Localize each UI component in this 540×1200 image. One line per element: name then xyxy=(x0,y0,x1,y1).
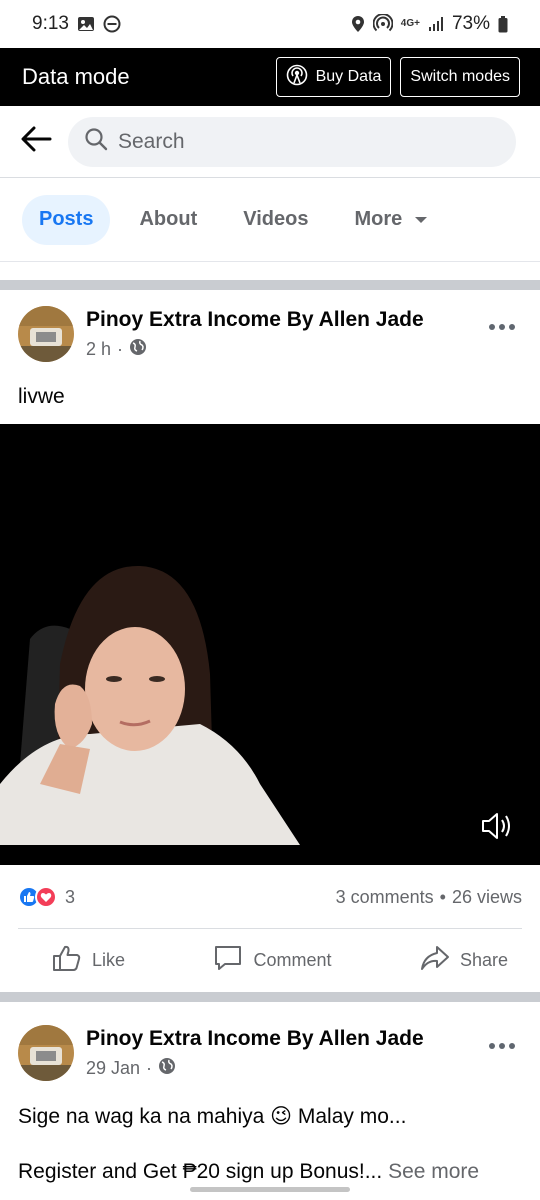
tab-posts-label: Posts xyxy=(39,208,94,230)
post-text-line2: Register and Get ₱20 sign up Bonus!... xyxy=(18,1160,383,1183)
post-text-continued: Register and Get ₱20 sign up Bonus!... S… xyxy=(18,1160,479,1184)
post-divider xyxy=(0,992,540,1002)
post-header: Pinoy Extra Income By Allen Jade 29 Jan … xyxy=(0,1025,540,1097)
stats-separator: • xyxy=(439,886,446,907)
post-author[interactable]: Pinoy Extra Income By Allen Jade xyxy=(86,308,482,332)
post-video[interactable] xyxy=(0,424,540,865)
see-more-link[interactable]: See more xyxy=(388,1160,479,1183)
post-more-button[interactable] xyxy=(482,1031,522,1061)
data-mode-bar: Data mode Buy Data Switch modes xyxy=(0,48,540,106)
tab-about[interactable]: About xyxy=(122,195,214,245)
more-icon xyxy=(489,1043,495,1049)
tab-more-label: More xyxy=(354,208,403,230)
avatar[interactable] xyxy=(18,1025,74,1081)
data-mode-title: Data mode xyxy=(22,64,130,89)
section-divider xyxy=(0,280,540,290)
avatar[interactable] xyxy=(18,306,74,362)
like-button[interactable]: Like xyxy=(52,944,125,977)
post-more-button[interactable] xyxy=(482,312,522,342)
time-separator: · xyxy=(117,339,124,359)
reaction-icons[interactable] xyxy=(18,886,57,908)
video-frame xyxy=(0,424,540,865)
tab-about-label: About xyxy=(139,208,198,230)
more-icon xyxy=(489,324,495,330)
search-placeholder: Search xyxy=(118,129,185,153)
gesture-nav-handle[interactable] xyxy=(190,1187,350,1192)
switch-modes-label: Switch modes xyxy=(410,68,510,85)
dnd-icon xyxy=(103,15,121,33)
battery-icon xyxy=(498,15,508,33)
broadcast-icon xyxy=(286,64,308,91)
caret-down-icon xyxy=(414,208,428,231)
globe-icon xyxy=(158,1057,176,1080)
share-button[interactable]: Share xyxy=(420,944,508,977)
post-text: Sige na wag ka na mahiya 😉 Malay mo... xyxy=(18,1105,407,1128)
comment-button[interactable]: Comment xyxy=(213,944,332,977)
signal-icon xyxy=(428,16,444,32)
post-actions: Like Comment Share xyxy=(18,928,522,992)
tab-videos-label: Videos xyxy=(243,208,309,230)
battery-percent: 73% xyxy=(451,13,490,34)
reaction-count[interactable]: 3 xyxy=(65,887,75,908)
search-input[interactable]: Search xyxy=(68,116,516,167)
post-author[interactable]: Pinoy Extra Income By Allen Jade xyxy=(86,1027,482,1051)
volume-button[interactable] xyxy=(480,809,514,843)
status-time: 9:13 xyxy=(32,13,69,34)
network-type: 4G+ xyxy=(400,18,420,29)
thumb-up-icon xyxy=(52,944,82,977)
reactions-summary: 3 3 comments • 26 views xyxy=(0,872,540,922)
views-count: 26 views xyxy=(451,886,522,907)
post-timestamp: 29 Jan · xyxy=(86,1057,482,1080)
image-icon xyxy=(77,16,95,32)
comment-label: Comment xyxy=(253,950,332,970)
status-bar: 9:13 4G+ 73% xyxy=(0,0,540,48)
post-header: Pinoy Extra Income By Allen Jade 2 h · xyxy=(0,306,540,378)
back-arrow-icon xyxy=(20,126,52,157)
share-icon xyxy=(420,944,450,977)
volume-icon xyxy=(480,813,514,847)
love-reaction-icon xyxy=(35,886,57,908)
comments-count[interactable]: 3 comments xyxy=(336,887,434,908)
post-time-text: 2 h xyxy=(86,339,112,359)
tab-posts[interactable]: Posts xyxy=(22,194,111,245)
search-header: Search xyxy=(0,106,540,178)
share-label: Share xyxy=(459,950,508,970)
time-separator: · xyxy=(146,1058,153,1078)
like-label: Like xyxy=(92,950,126,970)
profile-tabs: Posts About Videos More xyxy=(0,178,540,262)
post-time-text: 29 Jan xyxy=(86,1058,141,1078)
buy-data-label: Buy Data xyxy=(315,68,382,85)
switch-modes-button[interactable]: Switch modes xyxy=(400,57,520,97)
hotspot-icon xyxy=(372,14,393,34)
globe-icon xyxy=(129,338,147,361)
location-icon xyxy=(351,15,365,33)
tab-videos[interactable]: Videos xyxy=(226,195,325,245)
tab-more[interactable]: More xyxy=(337,195,445,245)
comment-icon xyxy=(213,944,243,977)
search-icon xyxy=(84,127,108,156)
buy-data-button[interactable]: Buy Data xyxy=(275,57,392,97)
back-button[interactable] xyxy=(16,122,56,162)
post-timestamp: 2 h · xyxy=(86,338,482,361)
post-text: livwe xyxy=(18,385,65,408)
